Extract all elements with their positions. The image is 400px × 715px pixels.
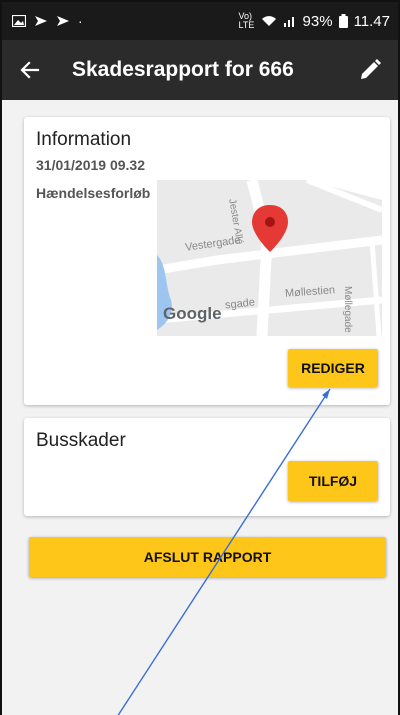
content-area: Information 31/01/2019 09.32 Hændelsesfo… xyxy=(2,100,398,715)
app-bar: Skadesrapport for 666 xyxy=(2,40,398,100)
wifi-icon xyxy=(261,16,276,26)
information-title: Information xyxy=(36,129,132,150)
gallery-icon xyxy=(12,15,26,27)
busskader-card: Busskader TILFØJ xyxy=(24,418,390,516)
battery-icon xyxy=(338,14,348,28)
cast-icon xyxy=(57,16,69,26)
afslut-rapport-button[interactable]: AFSLUT RAPPORT xyxy=(29,537,386,577)
dot-icon: · xyxy=(78,13,83,29)
incident-datetime: 31/01/2019 09.32 xyxy=(36,157,145,173)
page-title: Skadesrapport for 666 xyxy=(72,58,294,81)
status-left-icons: · xyxy=(12,13,83,29)
busskader-title: Busskader xyxy=(36,430,126,451)
location-map[interactable]: Vestergade Møllestien Møllegade Jester A… xyxy=(157,180,382,336)
pencil-icon xyxy=(361,59,381,79)
clock: 11.47 xyxy=(353,12,390,30)
street-label-mollegade: Møllegade xyxy=(342,286,353,333)
phone-screen: · Vo) LTE 93% 11.47 Skadesrapport for 66… xyxy=(0,0,400,715)
status-right: Vo) LTE 93% 11.47 xyxy=(239,12,390,30)
signal-icon xyxy=(283,17,294,27)
arrow-left-icon xyxy=(20,61,40,79)
rediger-button[interactable]: REDIGER xyxy=(288,349,378,387)
tilfoj-button[interactable]: TILFØJ xyxy=(288,461,378,501)
information-card: Information 31/01/2019 09.32 Hændelsesfo… xyxy=(24,117,390,405)
cast-icon xyxy=(35,16,47,26)
back-button[interactable] xyxy=(2,40,58,100)
edit-button[interactable] xyxy=(342,40,398,100)
status-bar: · Vo) LTE 93% 11.47 xyxy=(2,2,398,40)
network-label: Vo) LTE xyxy=(238,11,255,30)
google-logo: Google xyxy=(163,304,222,323)
battery-percent: 93% xyxy=(302,12,333,30)
incident-description-label: Hændelsesforløb xyxy=(36,185,151,201)
